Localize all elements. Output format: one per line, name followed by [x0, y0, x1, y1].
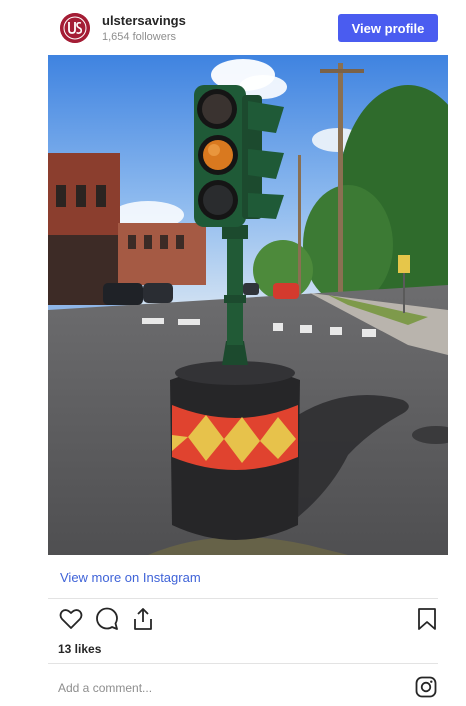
footer-divider	[48, 598, 438, 599]
share-icon[interactable]	[130, 606, 156, 632]
comment-divider	[48, 663, 438, 664]
like-count[interactable]: 13 likes	[58, 642, 101, 656]
profile-avatar[interactable]	[60, 13, 90, 43]
view-profile-button[interactable]: View profile	[338, 14, 438, 42]
heart-icon[interactable]	[58, 606, 84, 632]
instagram-embed-card: ulstersavings 1,654 followers View profi…	[0, 0, 466, 706]
post-image[interactable]	[48, 55, 448, 555]
instagram-icon[interactable]	[415, 676, 437, 698]
comment-input[interactable]: Add a comment...	[58, 681, 152, 695]
follower-count: 1,654 followers	[102, 31, 176, 43]
comment-icon[interactable]	[94, 606, 120, 632]
view-more-on-instagram-link[interactable]: View more on Instagram	[60, 570, 201, 585]
profile-username[interactable]: ulstersavings	[102, 13, 186, 28]
bookmark-icon[interactable]	[414, 606, 440, 632]
